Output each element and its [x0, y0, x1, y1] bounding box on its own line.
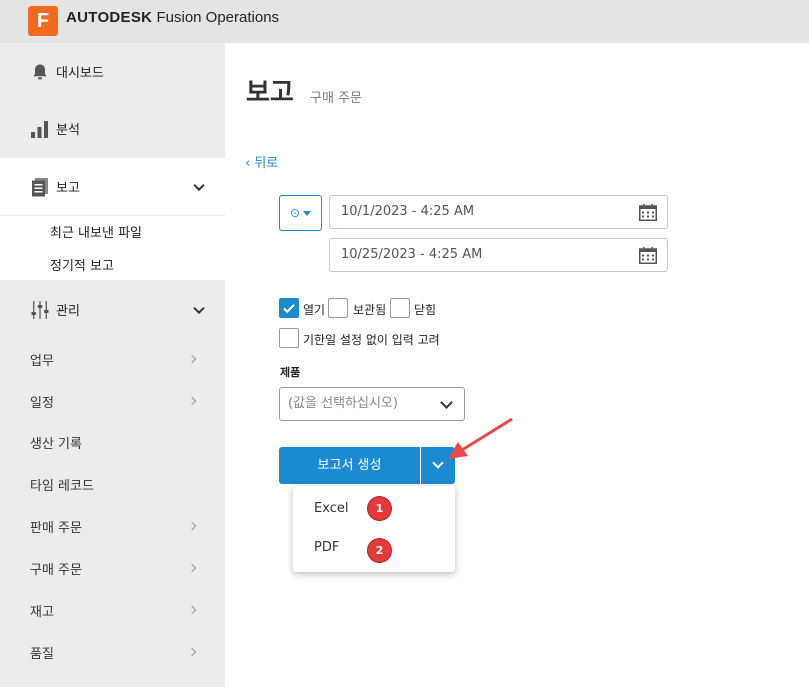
sidebar-item-tasks[interactable]: 업무 — [0, 338, 225, 380]
product-select[interactable]: (값을 선택하십시오) — [279, 387, 465, 421]
fusion-logo-icon[interactable]: F — [28, 6, 58, 36]
start-date-value: 10/1/2023 - 4:25 AM — [341, 204, 475, 219]
report-document-icon — [30, 177, 50, 197]
no-deadline-checkbox[interactable] — [279, 328, 299, 348]
chevron-right-icon — [187, 605, 197, 615]
closed-label: 닫힘 — [414, 303, 437, 317]
generate-report-button[interactable]: 보고서 생성 — [279, 447, 420, 484]
no-deadline-label: 기한일 설정 없이 입력 고려 — [303, 333, 440, 347]
page-subtitle: 구매 주문 — [310, 91, 362, 106]
open-checkbox[interactable] — [279, 298, 299, 318]
sidebar-label: 생산 기록 — [30, 436, 82, 452]
end-date-field[interactable]: 10/25/2023 - 4:25 AM — [329, 238, 668, 272]
reports-submenu: 최근 내보낸 파일 정기적 보고 — [0, 216, 225, 280]
caret-down-icon — [303, 210, 312, 216]
sidebar-item-manage[interactable]: 관리 — [0, 281, 225, 338]
chevron-right-icon — [187, 521, 197, 531]
sidebar-label: 재고 — [30, 604, 54, 620]
sidebar-item-time-records[interactable]: 타임 레코드 — [0, 463, 225, 505]
menu-item-pdf[interactable]: PDF — [314, 540, 339, 555]
end-date-value: 10/25/2023 - 4:25 AM — [341, 247, 483, 262]
archived-checkbox[interactable] — [328, 298, 348, 318]
sidebar-label: 타임 레코드 — [30, 478, 94, 494]
page-title: 보고 — [246, 78, 294, 108]
closed-checkbox[interactable] — [390, 298, 410, 318]
sidebar-item-inventory[interactable]: 재고 — [0, 589, 225, 631]
step-badge-1: 1 — [368, 497, 391, 520]
sidebar-label-analysis: 분석 — [56, 123, 80, 138]
sidebar-label: 구매 주문 — [30, 562, 82, 578]
chevron-down-icon — [193, 179, 205, 191]
sidebar-label: 판매 주문 — [30, 520, 82, 536]
sidebar-item-production-records[interactable]: 생산 기록 — [0, 421, 225, 463]
back-link[interactable]: ‹ 뒤로 — [245, 152, 278, 171]
sidebar-label: 품질 — [30, 646, 54, 662]
checkmark-icon — [283, 304, 295, 314]
sidebar-item-recent-exports[interactable]: 최근 내보낸 파일 — [50, 222, 142, 241]
product-select-placeholder: (값을 선택하십시오) — [288, 396, 398, 411]
menu-item-excel[interactable]: Excel — [314, 501, 348, 516]
chevron-right-icon — [187, 396, 197, 406]
sliders-icon — [30, 300, 50, 320]
open-label: 열기 — [303, 303, 326, 317]
product-label: 제품 — [280, 366, 301, 379]
chevron-right-icon — [187, 647, 197, 657]
sidebar-label-reports: 보고 — [56, 181, 80, 196]
sidebar-item-schedule[interactable]: 일정 — [0, 380, 225, 422]
sidebar-item-scheduled-reports[interactable]: 정기적 보고 — [50, 255, 114, 274]
sidebar-item-purchase-orders[interactable]: 구매 주문 — [0, 547, 225, 589]
date-preset-button[interactable]: ⊙ — [279, 195, 322, 231]
sidebar-label-dashboard: 대시보드 — [56, 66, 104, 81]
archived-label: 보관됨 — [353, 303, 387, 317]
annotation-arrow-icon — [448, 417, 513, 459]
calendar-icon[interactable] — [639, 247, 657, 264]
bar-chart-icon — [30, 119, 50, 139]
start-date-field[interactable]: 10/1/2023 - 4:25 AM — [329, 195, 668, 229]
brand-product: Fusion Operations — [152, 9, 280, 26]
bell-icon — [30, 62, 50, 82]
step-badge-2: 2 — [368, 539, 391, 562]
top-bar: F AUTODESK Fusion Operations — [0, 0, 809, 43]
brand-autodesk: AUTODESK — [66, 9, 153, 26]
brand-title: AUTODESK Fusion Operations — [66, 9, 279, 26]
chevron-down-icon — [193, 302, 205, 314]
sidebar-label: 업무 — [30, 353, 54, 369]
chevron-right-icon — [187, 563, 197, 573]
chevron-right-icon — [187, 354, 197, 364]
chevron-down-icon — [440, 396, 453, 409]
clock-icon: ⊙ — [289, 206, 301, 220]
sidebar-item-analysis[interactable]: 분석 — [0, 100, 225, 157]
sidebar-item-reports[interactable]: 보고 — [0, 158, 225, 215]
sidebar-label-manage: 관리 — [56, 304, 80, 319]
calendar-icon[interactable] — [639, 204, 657, 221]
sidebar-item-dashboard[interactable]: 대시보드 — [0, 43, 225, 100]
sidebar-label: 일정 — [30, 395, 54, 411]
sidebar-item-quality[interactable]: 품질 — [0, 631, 225, 673]
sidebar-item-sales-orders[interactable]: 판매 주문 — [0, 505, 225, 547]
